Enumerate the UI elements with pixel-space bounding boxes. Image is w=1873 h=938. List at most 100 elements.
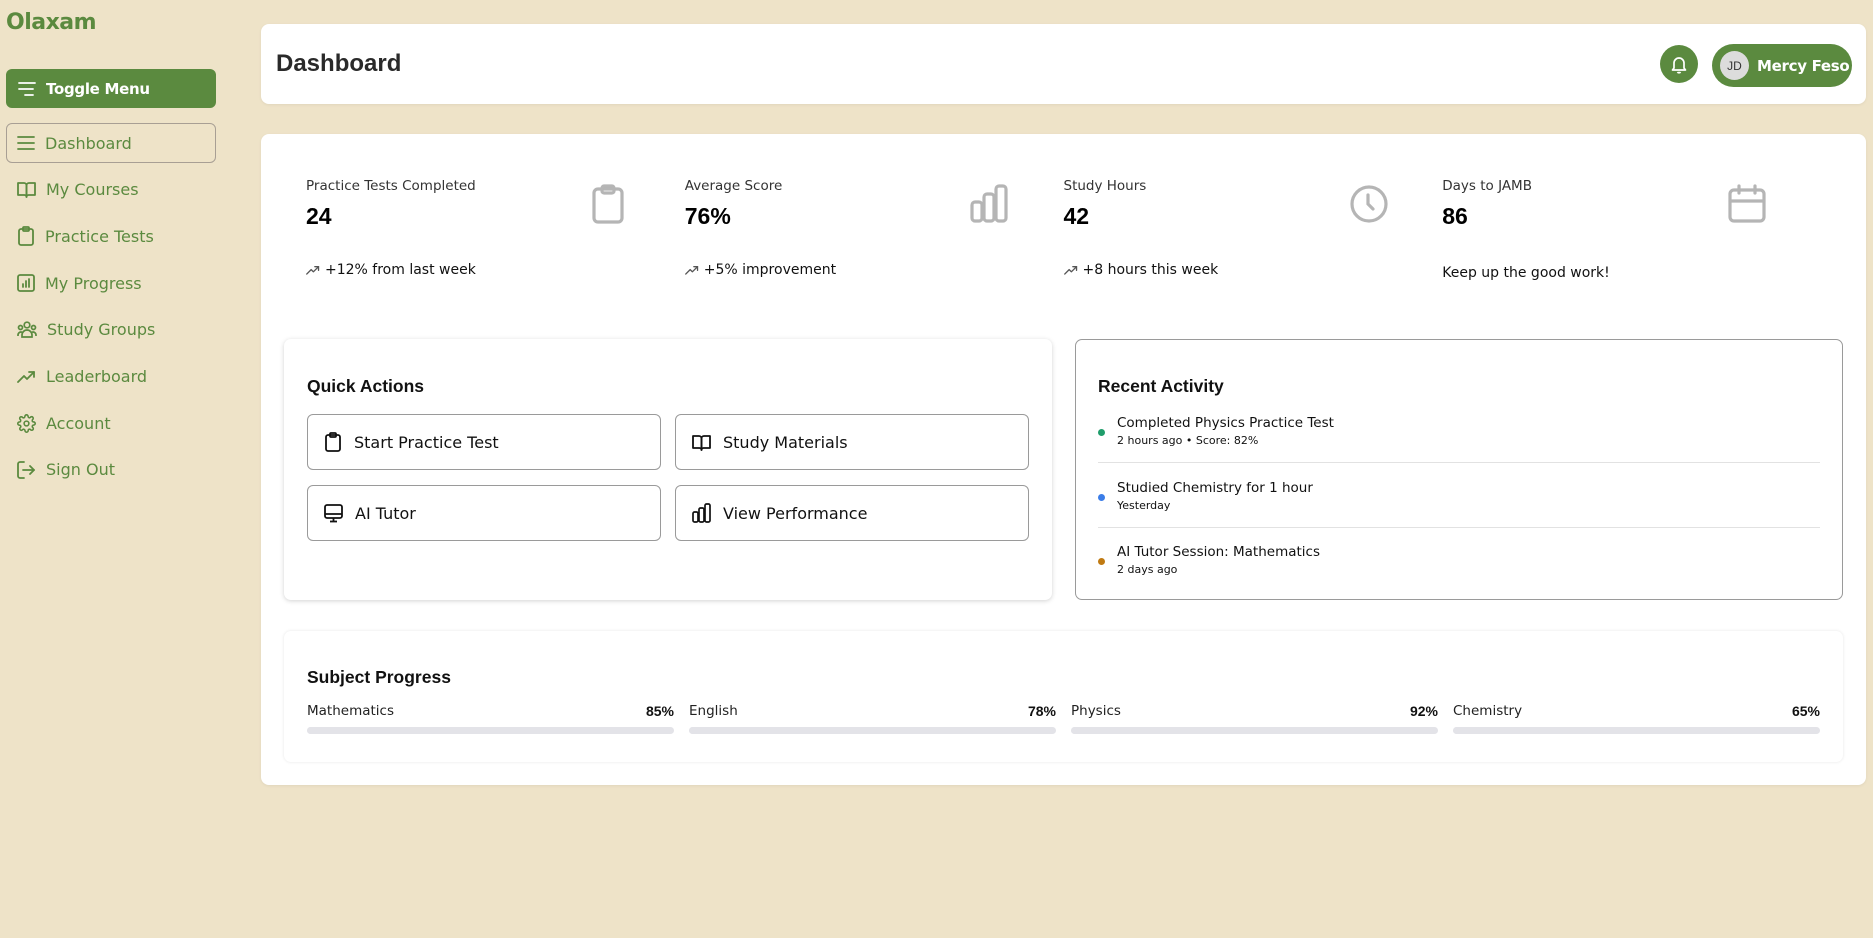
stat-card-days-to-jamb: Days to JAMB 86 Keep up the good work! <box>1442 178 1821 288</box>
status-dot <box>1098 429 1105 436</box>
activity-title: AI Tutor Session: Mathematics <box>1117 544 1321 560</box>
subject-name: Chemistry <box>1453 703 1523 719</box>
activity-item[interactable]: AI Tutor Session: Mathematics 2 days ago <box>1098 544 1820 609</box>
sidebar-item-dashboard[interactable]: Dashboard <box>6 123 216 163</box>
recent-activity-card: Recent Activity Completed Physics Practi… <box>1075 339 1843 600</box>
sidebar-item-my-courses[interactable]: My Courses <box>6 170 216 210</box>
subject-name: Mathematics <box>307 703 394 719</box>
subject-progress-item: English 78% <box>689 703 1056 737</box>
user-menu-button[interactable]: JD Mercy Feso <box>1712 44 1852 87</box>
toggle-menu-button[interactable]: Toggle Menu <box>6 69 216 108</box>
progress-bar <box>689 727 1056 734</box>
progress-bar <box>1453 727 1820 734</box>
sign-out-icon <box>17 460 35 479</box>
stat-value: 42 <box>1063 203 1090 229</box>
activity-meta: 2 days ago <box>1117 563 1178 576</box>
quick-actions-title: Quick Actions <box>307 376 425 396</box>
subject-progress-item: Physics 92% <box>1071 703 1438 737</box>
subject-percent: 65% <box>1791 703 1820 719</box>
trending-up-icon <box>17 371 35 383</box>
trending-up-icon <box>1063 266 1077 275</box>
activity-title: Studied Chemistry for 1 hour <box>1117 480 1313 496</box>
app-logo[interactable]: Olaxam <box>6 10 97 35</box>
subject-name: Physics <box>1071 703 1121 719</box>
status-dot <box>1098 494 1105 501</box>
book-icon <box>692 434 711 451</box>
clipboard-icon <box>18 226 34 247</box>
sidebar: Olaxam Toggle Menu Dashboard My Courses … <box>0 0 230 938</box>
stat-value: 76% <box>684 203 731 229</box>
sidebar-item-label: My Progress <box>45 273 142 293</box>
activity-item[interactable]: Completed Physics Practice Test 2 hours … <box>1098 415 1820 480</box>
stat-value: 86 <box>1442 203 1468 229</box>
sidebar-item-leaderboard[interactable]: Leaderboard <box>6 356 216 396</box>
quick-actions-card: Quick Actions Start Practice Test Study … <box>284 339 1052 600</box>
notifications-button[interactable] <box>1660 45 1698 83</box>
stat-trend-text: +5% improvement <box>703 262 837 278</box>
activity-meta: 2 hours ago • Score: 82% <box>1117 434 1259 447</box>
avatar: JD <box>1720 51 1749 80</box>
progress-bar <box>1071 727 1438 734</box>
stat-label: Practice Tests Completed <box>306 178 476 194</box>
sidebar-item-label: Practice Tests <box>45 226 154 246</box>
top-header: Dashboard JD Mercy Feso <box>261 24 1866 104</box>
ai-tutor-button[interactable]: AI Tutor <box>307 485 661 541</box>
sidebar-item-my-progress[interactable]: My Progress <box>6 263 216 303</box>
study-materials-button[interactable]: Study Materials <box>675 414 1029 470</box>
subject-percent: 78% <box>1027 703 1056 719</box>
progress-fill <box>1453 727 1692 734</box>
subject-progress-item: Chemistry 65% <box>1453 703 1820 737</box>
users-icon <box>17 321 37 339</box>
sidebar-item-label: Dashboard <box>45 133 132 153</box>
button-label: Study Materials <box>723 432 848 452</box>
bell-icon <box>1671 56 1687 74</box>
button-label: View Performance <box>723 503 868 523</box>
sidebar-item-study-groups[interactable]: Study Groups <box>6 310 216 350</box>
user-name: Mercy Feso <box>1757 56 1850 75</box>
stat-trend: +8 hours this week <box>1063 262 1219 278</box>
menu-icon <box>17 136 35 150</box>
stat-label: Average Score <box>684 178 783 194</box>
subject-percent: 92% <box>1409 703 1438 719</box>
gear-icon <box>17 413 36 433</box>
stat-trend-text: +8 hours this week <box>1082 262 1219 278</box>
sidebar-item-label: Account <box>46 413 111 433</box>
sidebar-nav: Dashboard My Courses Practice Tests My P… <box>6 123 216 497</box>
button-label: Start Practice Test <box>354 432 499 452</box>
bar-chart-icon <box>17 274 35 292</box>
activity-item[interactable]: Studied Chemistry for 1 hour Yesterday <box>1098 480 1820 545</box>
stat-trend: +5% improvement <box>684 262 837 278</box>
stats-row: Practice Tests Completed 24 +12% from la… <box>306 178 1821 288</box>
stat-card-average-score: Average Score 76% +5% improvement <box>685 178 1064 288</box>
sidebar-item-label: Leaderboard <box>46 366 148 386</box>
sidebar-item-sign-out[interactable]: Sign Out <box>6 450 216 490</box>
menu-icon <box>18 81 36 96</box>
sidebar-item-practice-tests[interactable]: Practice Tests <box>6 216 216 256</box>
progress-fill <box>1071 727 1409 734</box>
view-performance-button[interactable]: View Performance <box>675 485 1029 541</box>
clipboard-icon <box>592 184 624 224</box>
sidebar-item-account[interactable]: Account <box>6 403 216 443</box>
trending-up-icon <box>684 266 698 275</box>
stat-label: Days to JAMB <box>1442 178 1532 194</box>
activity-meta: Yesterday <box>1117 499 1171 512</box>
start-practice-test-button[interactable]: Start Practice Test <box>307 414 661 470</box>
activity-title: Completed Physics Practice Test <box>1117 415 1334 431</box>
recent-activity-title: Recent Activity <box>1098 376 1224 396</box>
progress-bar <box>307 727 674 734</box>
divider <box>1098 462 1820 463</box>
toggle-menu-label: Toggle Menu <box>46 79 150 98</box>
calendar-icon <box>1728 184 1766 223</box>
stat-trend: +12% from last week <box>306 262 476 278</box>
bar-chart-icon <box>692 503 711 523</box>
stat-trend-text: +12% from last week <box>325 262 476 278</box>
book-icon <box>17 182 36 199</box>
progress-fill <box>689 727 976 734</box>
subject-percent: 85% <box>645 703 674 719</box>
stat-card-practice-tests: Practice Tests Completed 24 +12% from la… <box>306 178 685 288</box>
clipboard-icon <box>325 432 341 452</box>
trending-up-icon <box>306 266 320 275</box>
stat-label: Study Hours <box>1063 178 1147 194</box>
clock-icon <box>1349 185 1388 223</box>
sidebar-item-label: Study Groups <box>47 320 156 340</box>
